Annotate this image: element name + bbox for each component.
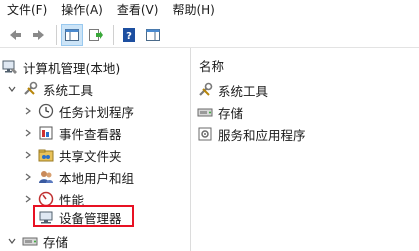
list-item-system-tools[interactable]: 系统工具 (197, 80, 268, 100)
help-button[interactable]: ? (118, 24, 140, 46)
show-hide-action-pane-button[interactable] (142, 24, 164, 46)
console-tree: 计算机管理(本地) 系统工具 任务计划程序 事件查看器 共享文件夹 本地用户和组… (0, 52, 190, 251)
show-hide-console-tree-button[interactable] (61, 23, 83, 46)
forward-arrow-icon (33, 29, 44, 40)
details-pane: 名称 系统工具 存储 服务和应用程序 (191, 52, 419, 251)
menu-bar: 文件(F) 操作(A) 查看(V) 帮助(H) (0, 0, 419, 20)
tree-item-label: 共享文件夹 (59, 148, 122, 164)
back-arrow-icon (10, 29, 21, 40)
toolbar: ? (0, 22, 419, 48)
action-pane-icon (146, 28, 160, 41)
storage-icon (22, 233, 38, 249)
chevron-right-icon[interactable] (22, 171, 34, 183)
toolbar-separator (113, 24, 114, 45)
column-header-name[interactable]: 名称 (199, 56, 224, 75)
tree-item-label: 系统工具 (43, 82, 94, 98)
tree-item-computer-management[interactable]: 计算机管理(本地) (2, 56, 120, 78)
chevron-down-icon[interactable] (6, 83, 18, 95)
tree-item-label: 任务计划程序 (59, 104, 135, 120)
back-button[interactable] (4, 24, 26, 46)
tree-item-shared-folders[interactable]: 共享文件夹 (22, 144, 122, 166)
tree-item-label: 本地用户和组 (59, 170, 135, 186)
clock-icon (38, 103, 54, 119)
system-tools-icon (22, 81, 38, 97)
device-manager-highlight (33, 205, 134, 227)
tree-item-local-users-groups[interactable]: 本地用户和组 (22, 166, 134, 188)
list-item-storage[interactable]: 存储 (197, 102, 243, 122)
users-icon (38, 169, 54, 185)
menu-help[interactable]: 帮助(H) (165, 0, 221, 20)
export-list-button[interactable] (85, 24, 107, 46)
help-icon: ? (123, 27, 135, 42)
tree-item-storage[interactable]: 存储 (6, 230, 68, 251)
list-item-label: 存储 (218, 105, 244, 121)
toolbar-separator (56, 24, 57, 45)
shared-folder-icon (38, 147, 54, 163)
event-viewer-icon (38, 125, 54, 141)
list-item-label: 服务和应用程序 (218, 127, 306, 143)
tree-item-task-scheduler[interactable]: 任务计划程序 (22, 100, 134, 122)
chevron-right-icon[interactable] (22, 127, 34, 139)
list-item-services-applications[interactable]: 服务和应用程序 (197, 124, 306, 144)
export-icon (89, 28, 103, 41)
console-tree-icon (65, 28, 79, 41)
tree-item-label: 计算机管理(本地) (23, 60, 121, 76)
computer-management-icon (2, 59, 18, 75)
chevron-right-icon[interactable] (22, 149, 34, 161)
services-icon (197, 126, 213, 142)
system-tools-icon (197, 82, 213, 98)
menu-view[interactable]: 查看(V) (110, 0, 166, 20)
tree-item-event-viewer[interactable]: 事件查看器 (22, 122, 122, 144)
chevron-right-icon[interactable] (22, 193, 34, 205)
svg-text:?: ? (126, 31, 132, 42)
tree-item-system-tools[interactable]: 系统工具 (6, 78, 93, 100)
menu-file[interactable]: 文件(F) (0, 0, 54, 20)
tree-item-label: 存储 (43, 234, 69, 250)
chevron-right-icon[interactable] (22, 105, 34, 117)
forward-button[interactable] (28, 24, 50, 46)
storage-icon (197, 104, 213, 120)
menu-action[interactable]: 操作(A) (54, 0, 110, 20)
tree-item-label: 事件查看器 (59, 126, 122, 142)
chevron-down-icon[interactable] (6, 235, 18, 247)
list-item-label: 系统工具 (218, 83, 269, 99)
